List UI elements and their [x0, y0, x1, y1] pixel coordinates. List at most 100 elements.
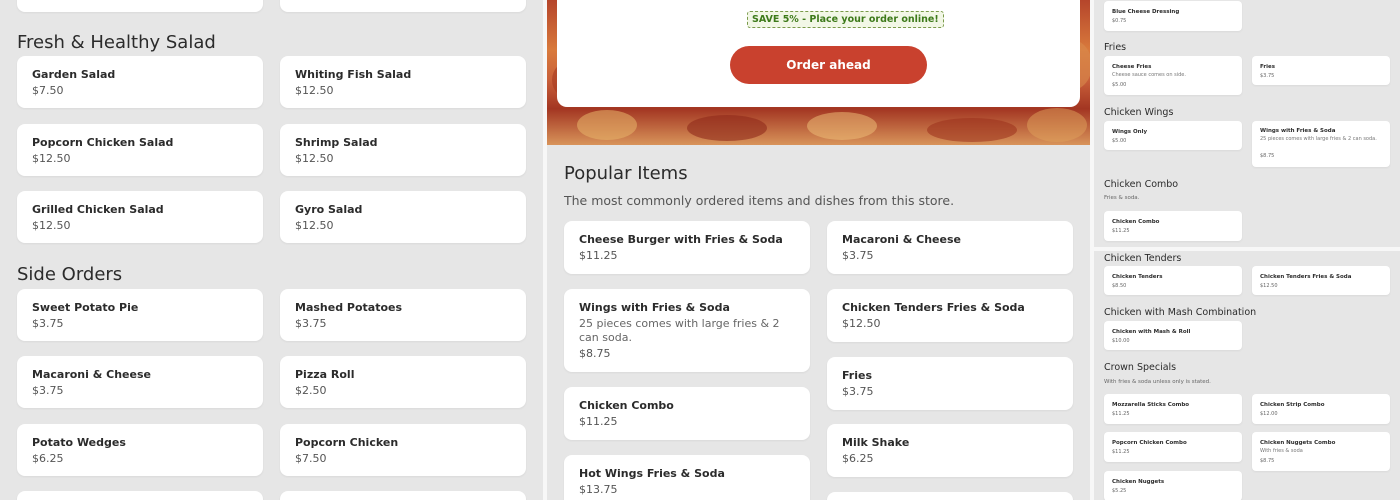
- item-price: $12.50: [295, 84, 334, 97]
- item-name: Blue Cheese Dressing: [1112, 9, 1180, 15]
- menu-item-card[interactable]: Mashed Potatoes $3.75: [280, 289, 526, 341]
- popular-item-card[interactable]: Chicken Tenders Fries & Soda $12.50: [827, 289, 1073, 342]
- menu-item-card[interactable]: Chicken Combo $11.25: [1104, 211, 1242, 241]
- menu-item-card[interactable]: Chicken with Mash & Roll $10.00: [1104, 321, 1242, 350]
- item-name: Chicken Strip Combo: [1260, 402, 1325, 408]
- section-subtitle: With fries & soda unless only is stated.: [1104, 379, 1211, 385]
- item-name: Mozzarella Sticks Combo: [1112, 402, 1190, 408]
- menu-item-card[interactable]: Mozzarella Sticks Combo $11.25: [1104, 394, 1242, 424]
- popular-item-card[interactable]: Hot Wings Fries & Soda $13.75: [564, 455, 810, 500]
- item-name: Pizza Roll: [295, 368, 355, 381]
- item-name: Popcorn Chicken Salad: [32, 136, 174, 149]
- menu-panel-middle: SAVE 5% - Place your order online! Order…: [547, 0, 1090, 500]
- menu-item-card[interactable]: Whiting Fish Salad $12.50: [280, 56, 526, 108]
- item-name: Popcorn Chicken: [295, 436, 399, 449]
- popular-item-card[interactable]: Wings with Fries & Soda 25 pieces comes …: [564, 289, 810, 372]
- item-price: $3.75: [1260, 73, 1275, 79]
- menu-item-card[interactable]: [280, 491, 526, 500]
- item-description: With fries & soda: [1260, 448, 1303, 454]
- menu-item-card[interactable]: Cheese Fries Cheese sauce comes on side.…: [1104, 56, 1242, 95]
- item-name: Chicken Tenders Fries & Soda: [1260, 274, 1352, 280]
- menu-item-card[interactable]: Sweet Potato Pie $3.75: [17, 289, 263, 341]
- item-name: Shrimp Salad: [295, 136, 378, 149]
- item-price: $12.50: [842, 317, 881, 330]
- section-title: Fries: [1104, 42, 1127, 53]
- item-price: $3.75: [842, 385, 874, 398]
- menu-item-card[interactable]: Popcorn Chicken Combo $11.25: [1104, 432, 1242, 462]
- popular-items-subtitle: The most commonly ordered items and dish…: [564, 193, 955, 208]
- menu-item-card[interactable]: Shrimp Salad $12.50: [280, 124, 526, 176]
- menu-item-card[interactable]: Blue Cheese Dressing $0.75: [1104, 1, 1242, 31]
- item-name: Wings Only: [1112, 129, 1148, 135]
- item-price: $11.25: [579, 249, 618, 262]
- item-name: Sweet Potato Pie: [32, 301, 139, 314]
- item-price: $3.75: [32, 384, 64, 397]
- popular-item-card[interactable]: Chicken Combo $11.25: [564, 387, 810, 440]
- section-title: Chicken Combo: [1104, 179, 1179, 190]
- menu-item-card[interactable]: Popcorn Chicken $7.50: [280, 424, 526, 476]
- menu-item-card[interactable]: [17, 0, 263, 12]
- item-price: $6.25: [842, 452, 874, 465]
- menu-item-card[interactable]: Popcorn Chicken Salad $12.50: [17, 124, 263, 176]
- item-name: Cheese Burger with Fries & Soda: [579, 233, 783, 246]
- item-name: Mashed Potatoes: [295, 301, 403, 314]
- popular-item-card[interactable]: Milk Shake $6.25: [827, 424, 1073, 477]
- popular-item-card[interactable]: Cheese Burger with Fries & Soda $11.25: [564, 221, 810, 274]
- menu-item-card[interactable]: Fries $3.75: [1252, 56, 1390, 85]
- item-name: Chicken Tenders Fries & Soda: [842, 301, 1025, 314]
- item-price: $11.25: [1112, 228, 1130, 234]
- item-name: Cheese Fries: [1112, 64, 1152, 70]
- order-ahead-button[interactable]: Order ahead: [730, 46, 927, 84]
- menu-item-card[interactable]: Chicken Tenders Fries & Soda $12.50: [1252, 266, 1390, 295]
- item-price: $8.75: [579, 347, 611, 360]
- item-description: Cheese sauce comes on side.: [1112, 72, 1186, 78]
- menu-item-card[interactable]: Gyro Salad $12.50: [280, 191, 526, 243]
- item-price: $5.00: [1112, 82, 1127, 88]
- menu-item-card[interactable]: [280, 0, 526, 12]
- item-name: Wings with Fries & Soda: [579, 301, 730, 314]
- menu-item-card[interactable]: Wings with Fries & Soda 25 pieces comes …: [1252, 121, 1390, 167]
- item-price: $3.75: [32, 317, 64, 330]
- item-name: Garden Salad: [32, 68, 116, 81]
- item-price: $7.50: [32, 84, 64, 97]
- item-price: $6.25: [32, 452, 64, 465]
- item-price: $7.50: [295, 452, 327, 465]
- menu-item-card[interactable]: Pizza Roll $2.50: [280, 356, 526, 408]
- item-price: $12.50: [295, 219, 334, 232]
- item-name: Fries: [1260, 64, 1276, 70]
- popular-item-card[interactable]: [827, 492, 1073, 500]
- menu-item-card[interactable]: Chicken Strip Combo $12.00: [1252, 394, 1390, 424]
- popular-item-card[interactable]: Fries $3.75: [827, 357, 1073, 410]
- item-price: $12.50: [295, 152, 334, 165]
- item-name: Chicken Nuggets Combo: [1260, 440, 1336, 446]
- item-price: $12.50: [1260, 283, 1278, 289]
- item-name: Macaroni & Cheese: [842, 233, 961, 246]
- section-title: Fresh & Healthy Salad: [17, 32, 216, 53]
- section-title: Chicken Tenders: [1104, 253, 1182, 264]
- menu-item-card[interactable]: Chicken Tenders $8.50: [1104, 266, 1242, 295]
- item-name: Whiting Fish Salad: [295, 68, 412, 81]
- menu-item-card[interactable]: Macaroni & Cheese $3.75: [17, 356, 263, 408]
- item-price: $11.25: [1112, 411, 1130, 417]
- item-name: Chicken Nuggets: [1112, 479, 1165, 485]
- menu-item-card[interactable]: Wings Only $5.00: [1104, 121, 1242, 150]
- popular-items-title: Popular Items: [564, 163, 688, 184]
- item-price: $3.75: [295, 317, 327, 330]
- section-title: Chicken with Mash Combination: [1104, 307, 1257, 318]
- menu-item-card[interactable]: Chicken Nuggets $5.25: [1104, 471, 1242, 500]
- popular-item-card[interactable]: Macaroni & Cheese $3.75: [827, 221, 1073, 274]
- item-price: $5.00: [1112, 138, 1127, 144]
- item-price: $11.25: [579, 415, 618, 428]
- order-ahead-card: SAVE 5% - Place your order online! Order…: [557, 0, 1080, 107]
- item-price: $12.50: [32, 152, 71, 165]
- menu-item-card[interactable]: Grilled Chicken Salad $12.50: [17, 191, 263, 243]
- menu-item-card[interactable]: Chicken Nuggets Combo With fries & soda …: [1252, 432, 1390, 471]
- item-price: $2.50: [295, 384, 327, 397]
- menu-item-card[interactable]: [17, 491, 263, 500]
- menu-item-card[interactable]: Garden Salad $7.50: [17, 56, 263, 108]
- item-price: $8.75: [1260, 458, 1275, 464]
- item-price: $8.50: [1112, 283, 1127, 289]
- menu-panel-left: Fresh & Healthy Salad Garden Salad $7.50…: [0, 0, 543, 500]
- menu-item-card[interactable]: Potato Wedges $6.25: [17, 424, 263, 476]
- item-name: Gyro Salad: [295, 203, 363, 216]
